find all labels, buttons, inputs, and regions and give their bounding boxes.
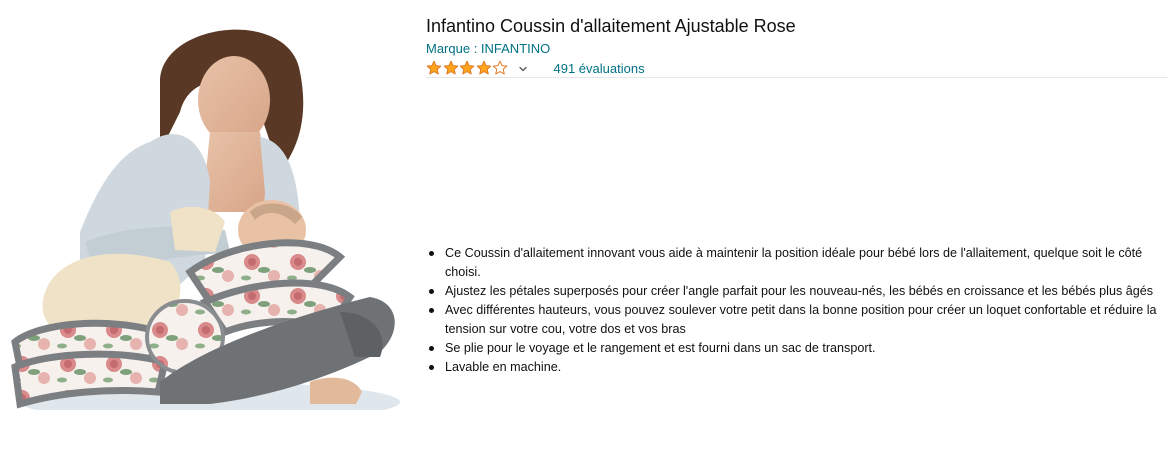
star-full-icon — [459, 60, 475, 75]
feature-bullet: Avec différentes hauteurs, vous pouvez s… — [426, 301, 1161, 339]
star-full-icon — [443, 60, 458, 75]
bullet-icon — [429, 308, 434, 313]
bullet-icon — [429, 346, 434, 351]
feature-bullets: Ce Coussin d'allaitement innovant vous a… — [426, 244, 1161, 377]
reviews-count-link[interactable]: 491 évaluations — [554, 61, 645, 76]
feature-bullet: Se plie pour le voyage et le rangement e… — [426, 339, 1161, 358]
star-rating[interactable] — [426, 60, 509, 76]
bullet-icon — [429, 289, 434, 294]
star-full-icon — [426, 60, 442, 75]
feature-text: Se plie pour le voyage et le rangement e… — [445, 341, 876, 355]
product-image[interactable] — [10, 12, 402, 410]
divider — [426, 77, 1167, 78]
feature-bullet: Lavable en machine. — [426, 358, 1161, 377]
feature-text: Ce Coussin d'allaitement innovant vous a… — [445, 246, 1143, 279]
rating-row: 491 évaluations — [426, 59, 645, 77]
feature-bullet: Ajustez les pétales superposés pour crée… — [426, 282, 1161, 301]
product-title: Infantino Coussin d'allaitement Ajustabl… — [426, 16, 796, 36]
brand-link[interactable]: Marque : INFANTINO — [426, 40, 550, 57]
star-full-icon — [476, 60, 491, 75]
chevron-down-icon[interactable] — [518, 64, 528, 74]
bullet-icon — [429, 251, 434, 256]
feature-text: Lavable en machine. — [445, 360, 562, 374]
feature-text: Avec différentes hauteurs, vous pouvez s… — [445, 303, 1157, 336]
bullet-icon — [429, 365, 434, 370]
product-page: Infantino Coussin d'allaitement Ajustabl… — [0, 0, 1175, 457]
feature-text: Ajustez les pétales superposés pour crée… — [445, 284, 1154, 298]
star-empty-icon — [492, 60, 508, 75]
feature-bullet: Ce Coussin d'allaitement innovant vous a… — [426, 244, 1161, 282]
